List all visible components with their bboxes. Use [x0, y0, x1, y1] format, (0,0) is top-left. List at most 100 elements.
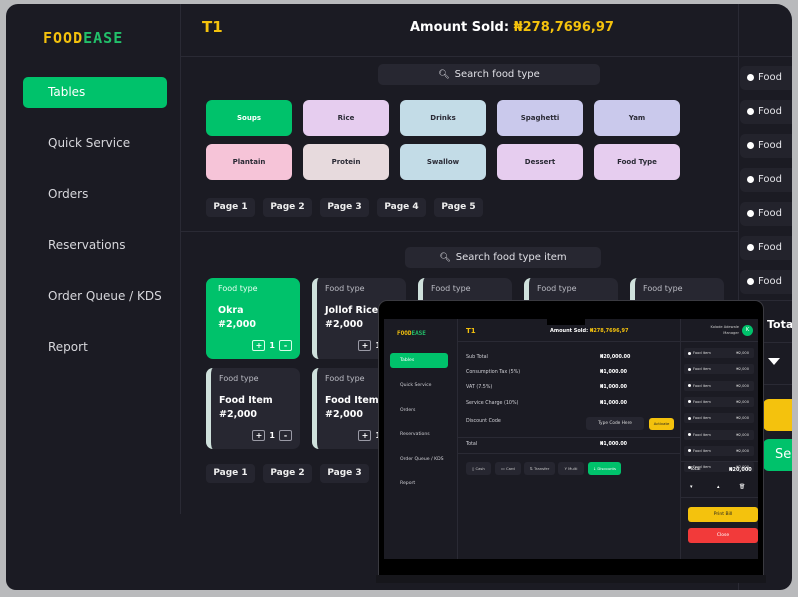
pay-cash-button[interactable]: ▯ Cash — [466, 462, 491, 475]
item-page-3[interactable]: Page 3 — [320, 464, 369, 483]
camera-notch — [547, 319, 585, 325]
food-item-search-input[interactable]: 🔍︎ Search food type item — [405, 247, 601, 268]
sidebar-item-orders[interactable]: Orders — [390, 403, 448, 418]
category-page-4[interactable]: Page 4 — [377, 198, 426, 217]
plus-button[interactable]: + — [358, 430, 372, 441]
divider — [680, 319, 681, 559]
food-item-card[interactable]: Food type Okra #2,000 +1- — [206, 278, 300, 359]
order-item[interactable]: Food item ₦2,000 — [684, 445, 754, 456]
pay-label: Discounts — [597, 466, 617, 471]
sidebar-item-tables[interactable]: Tables — [390, 353, 448, 368]
divider — [180, 56, 792, 57]
order-item[interactable]: Food item ₦2,000 — [684, 396, 754, 407]
order-item[interactable]: Food item ₦2,000 — [684, 413, 754, 424]
quantity-value: 1 — [269, 431, 275, 440]
food-item-price: #2,000 — [218, 319, 257, 330]
quantity-value: 1 — [269, 341, 275, 350]
laptop-screen: FOODEASE Tables Quick Service Orders Res… — [384, 319, 758, 559]
category-page-3[interactable]: Page 3 — [320, 198, 369, 217]
sidebar-item-order-queue[interactable]: Order Queue / KDS — [390, 452, 448, 467]
order-item[interactable]: Food — [740, 202, 792, 226]
category-protein[interactable]: Protein — [303, 144, 389, 180]
category-page-2[interactable]: Page 2 — [263, 198, 312, 217]
category-dessert[interactable]: Dessert — [497, 144, 583, 180]
item-dot-icon — [747, 141, 754, 149]
sidebar-item-quick-service[interactable]: Quick Service — [390, 378, 448, 393]
close-button[interactable]: Close — [688, 528, 758, 543]
order-item-name: Food — [758, 140, 782, 151]
food-type-label: Food type — [325, 284, 365, 293]
category-swallow[interactable]: Swallow — [400, 144, 486, 180]
plus-button[interactable]: + — [252, 340, 266, 351]
food-item-card[interactable]: Food type Food Item #2,000 +1- — [206, 368, 300, 449]
category-rice[interactable]: Rice — [303, 100, 389, 136]
discount-code-input[interactable]: Type Code Here — [586, 417, 644, 430]
item-dot-icon — [688, 384, 691, 388]
item-page-1[interactable]: Page 1 — [206, 464, 255, 483]
category-soups[interactable]: Soups — [206, 100, 292, 136]
summary-label: Service Charge (10%) — [466, 401, 519, 406]
logo-part-ease: EASE — [83, 29, 124, 47]
order-item[interactable]: Food item ₦2,000 — [684, 364, 754, 375]
food-type-label: Food type — [431, 284, 471, 293]
order-item-name: Food — [758, 174, 782, 185]
sidebar-item-reservations[interactable]: Reservations — [23, 230, 167, 261]
order-item[interactable]: Food — [740, 66, 792, 90]
category-plantain[interactable]: Plantain — [206, 144, 292, 180]
chevron-down-icon[interactable] — [768, 358, 780, 365]
sidebar-item-reservations[interactable]: Reservations — [390, 427, 448, 442]
plus-button[interactable]: + — [358, 340, 372, 351]
print-bill-button[interactable] — [763, 399, 792, 431]
pay-multi-button[interactable]: Y Multi — [558, 462, 584, 475]
summary-row: Consumption Tax (5%) ₦1,000.00 — [466, 370, 676, 375]
chevron-up-icon[interactable]: ▴ — [717, 484, 720, 490]
food-type-search-input[interactable]: 🔍︎ Search food type — [378, 64, 600, 85]
order-item-name: Food item — [693, 351, 711, 355]
minus-button[interactable]: - — [279, 340, 292, 351]
activate-button[interactable]: Activate — [649, 418, 674, 430]
category-drinks[interactable]: Drinks — [400, 100, 486, 136]
plus-button[interactable]: + — [252, 430, 266, 441]
food-type-label: Food type — [218, 284, 258, 293]
amount-label: Amount Sold: — [410, 20, 510, 35]
order-item[interactable]: Food — [740, 134, 792, 158]
brand-logo: FOODEASE — [397, 330, 426, 337]
pay-card-button[interactable]: ▭ Card — [495, 462, 521, 475]
item-page-2[interactable]: Page 2 — [263, 464, 312, 483]
category-spaghetti[interactable]: Spaghetti — [497, 100, 583, 136]
pay-transfer-button[interactable]: ⇅ Transfer — [524, 462, 555, 475]
order-item[interactable]: Food — [740, 236, 792, 260]
order-item-price: ₦2,000 — [736, 399, 749, 404]
sidebar-item-report[interactable]: Report — [23, 332, 167, 363]
order-item[interactable]: Food item ₦2,000 — [684, 429, 754, 440]
chevron-down-icon[interactable]: ▾ — [690, 484, 693, 490]
order-item-name: Food — [758, 242, 782, 253]
sidebar-item-report[interactable]: Report — [390, 476, 448, 491]
avatar[interactable]: K — [742, 325, 753, 336]
send-button[interactable]: Se — [763, 439, 792, 471]
order-item[interactable]: Food — [740, 100, 792, 124]
pay-label: Card — [505, 466, 515, 471]
order-item[interactable]: Food — [740, 168, 792, 192]
order-item-price: ₦2,000 — [736, 383, 749, 388]
discounts-button[interactable]: ↓ Discounts — [588, 462, 621, 475]
category-food-type[interactable]: Food Type — [594, 144, 680, 180]
order-item-price: ₦2,000 — [736, 432, 749, 437]
item-dot-icon — [688, 351, 691, 355]
order-item[interactable]: Food item ₦2,000 — [684, 380, 754, 391]
print-bill-button[interactable]: Print Bill — [688, 507, 758, 522]
sidebar-item-tables[interactable]: Tables — [23, 77, 167, 108]
trash-icon[interactable]: 🗑︎ — [739, 484, 745, 490]
order-item[interactable]: Food — [740, 270, 792, 294]
category-page-5[interactable]: Page 5 — [434, 198, 483, 217]
amount-sold: Amount Sold: ₦278,7696,97 — [410, 20, 614, 35]
order-item[interactable]: Food item ₦2,000 — [684, 348, 754, 358]
minus-button[interactable]: - — [279, 430, 292, 441]
category-page-1[interactable]: Page 1 — [206, 198, 255, 217]
sidebar-item-order-queue[interactable]: Order Queue / KDS — [23, 281, 167, 312]
food-item-name: Okra — [218, 305, 244, 316]
category-yam[interactable]: Yam — [594, 100, 680, 136]
total-row: Total ₦1,000.00 — [466, 442, 676, 447]
sidebar-item-orders[interactable]: Orders — [23, 179, 167, 210]
sidebar-item-quick-service[interactable]: Quick Service — [23, 128, 167, 159]
